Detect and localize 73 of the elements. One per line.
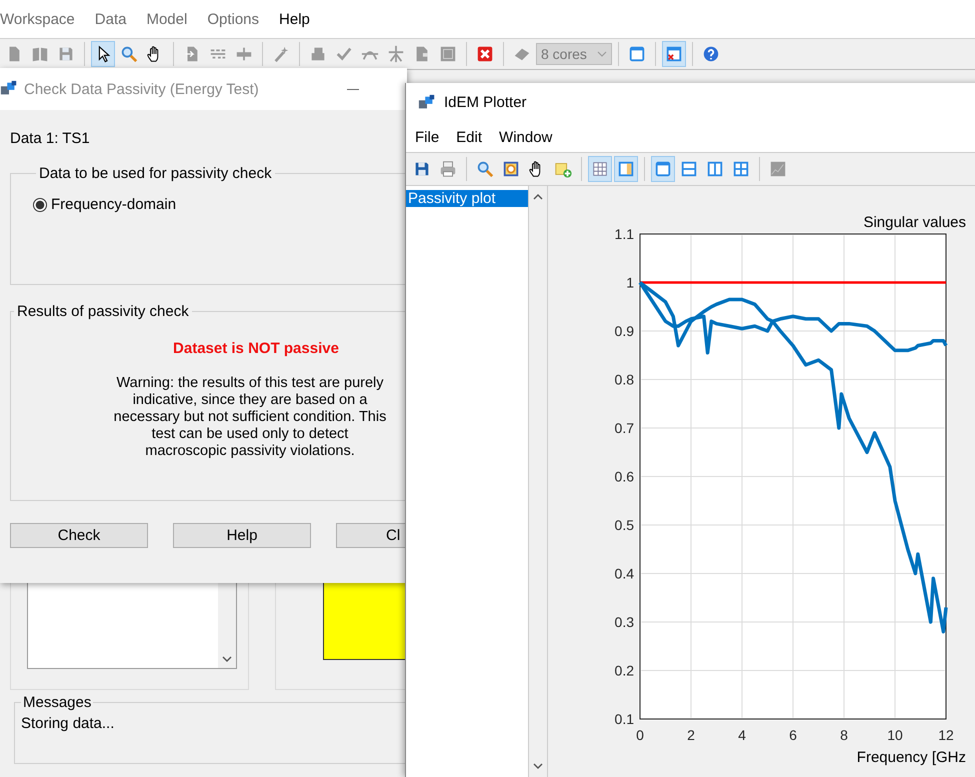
search-icon — [476, 160, 494, 178]
y-tick-label: 0.4 — [614, 566, 634, 582]
menu-item[interactable]: Help — [279, 10, 310, 28]
book-icon — [31, 45, 49, 63]
x-tick-label: 4 — [738, 727, 746, 743]
window-title: Check Data Passivity (Energy Test) — [24, 80, 259, 98]
y-tick-label: 1.1 — [614, 226, 634, 242]
chevron-up-icon — [533, 194, 543, 200]
y-tick-label: 0.9 — [614, 323, 634, 339]
y-tick-label: 1 — [626, 274, 634, 290]
list-item[interactable]: Passivity plot — [406, 190, 528, 207]
layout-columns-icon — [706, 160, 724, 178]
x-tick-label: 2 — [687, 727, 695, 743]
fit-icon — [502, 160, 520, 178]
x-tick-label: 8 — [840, 727, 848, 743]
grid-icon — [591, 160, 609, 178]
y-tick-label: 0.5 — [614, 517, 634, 533]
dialog-button[interactable]: Check — [10, 523, 148, 548]
x-axis-label: Frequency [GHz — [856, 749, 966, 766]
group-title: Messages — [22, 694, 92, 711]
layout-rows-icon — [680, 160, 698, 178]
group-title: Results of passivity check — [16, 303, 190, 320]
layout-single-icon — [654, 160, 672, 178]
save-icon — [57, 45, 75, 63]
y-tick-label: 0.3 — [614, 614, 634, 630]
caret-icon — [597, 51, 607, 57]
dialog-button[interactable]: Cl — [336, 523, 407, 548]
minimize-icon[interactable] — [347, 89, 359, 91]
layout-quad-icon — [732, 160, 750, 178]
menu-item[interactable]: Window — [499, 128, 552, 146]
wand-icon — [272, 45, 290, 63]
close-box-icon — [476, 45, 494, 63]
window-icon — [628, 45, 646, 63]
message-line: Storing data... — [21, 715, 116, 732]
asterisk-icon — [387, 45, 405, 63]
frame-icon — [439, 45, 457, 63]
chevron-down-icon — [533, 763, 543, 769]
y-tick-label: 0.1 — [614, 711, 634, 727]
boxes-icon — [309, 45, 327, 63]
y-tick-label: 0.2 — [614, 662, 634, 678]
panel-icon — [617, 160, 635, 178]
window-title: IdEM Plotter — [444, 94, 527, 111]
menu-item[interactable]: File — [415, 128, 440, 146]
warning-text: Warning: the results of this test are purely indicative, since they are based on a necessary but not sufficient condition. This test can be used only to detect macroscopic passivity violations. — [113, 375, 387, 460]
dialog-button[interactable]: Help — [173, 523, 311, 548]
x-tick-label: 12 — [938, 727, 954, 743]
data-label: Data 1: TS1 — [10, 130, 91, 147]
radio-label: Frequency-domain — [51, 196, 176, 213]
y-tick-label: 0.7 — [614, 420, 634, 436]
radio-option[interactable]: Frequency-domain — [33, 196, 407, 213]
chart-icon — [769, 160, 787, 178]
x-tick-label: 6 — [789, 727, 797, 743]
help-icon — [702, 45, 720, 63]
chevron-down-icon — [222, 656, 232, 662]
note-add-icon — [554, 160, 572, 178]
search-icon — [120, 45, 138, 63]
bar-icon — [235, 45, 253, 63]
y-tick-label: 0.6 — [614, 468, 634, 484]
scrollbar[interactable] — [528, 186, 548, 777]
save-icon — [413, 160, 431, 178]
verdict-text: Dataset is NOT passive — [172, 340, 340, 357]
menu-item[interactable]: Edit — [456, 128, 482, 146]
printer-icon — [439, 160, 457, 178]
chart-title: Singular values — [863, 214, 966, 231]
x-tick-label: 10 — [887, 727, 903, 743]
cubes-icon — [418, 94, 436, 112]
checkmark-icon — [335, 45, 353, 63]
radio-button[interactable] — [33, 198, 47, 212]
group-title: Data to be used for passivity check — [38, 165, 273, 182]
window-close-icon — [665, 45, 683, 63]
x-tick-label: 0 — [636, 727, 644, 743]
toolbar-button[interactable] — [91, 41, 115, 67]
y-tick-label: 0.8 — [614, 372, 634, 388]
